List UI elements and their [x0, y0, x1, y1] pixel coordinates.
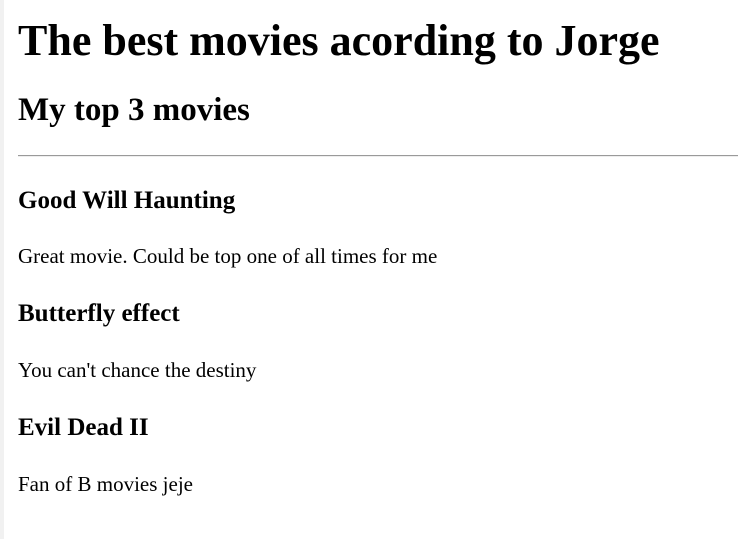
page-content: The best movies acording to Jorge My top… [18, 0, 738, 497]
page-title: The best movies acording to Jorge [18, 16, 660, 65]
movie-description: You can't chance the destiny [18, 358, 257, 382]
movie-title: Butterfly effect [18, 300, 180, 327]
divider [18, 155, 738, 157]
movie-title: Evil Dead II [18, 414, 149, 441]
movie-item: Good Will Haunting Great movie. Could be… [18, 186, 738, 269]
window-left-edge [0, 0, 4, 539]
movie-description: Fan of B movies jeje [18, 472, 193, 496]
movie-description: Great movie. Could be top one of all tim… [18, 244, 438, 268]
movie-title: Good Will Haunting [18, 187, 236, 214]
movie-list: Good Will Haunting Great movie. Could be… [18, 186, 738, 497]
movie-item: Butterfly effect You can't chance the de… [18, 299, 738, 383]
page-subtitle: My top 3 movies [18, 92, 250, 128]
movie-item: Evil Dead II Fan of B movies jeje [18, 413, 738, 497]
